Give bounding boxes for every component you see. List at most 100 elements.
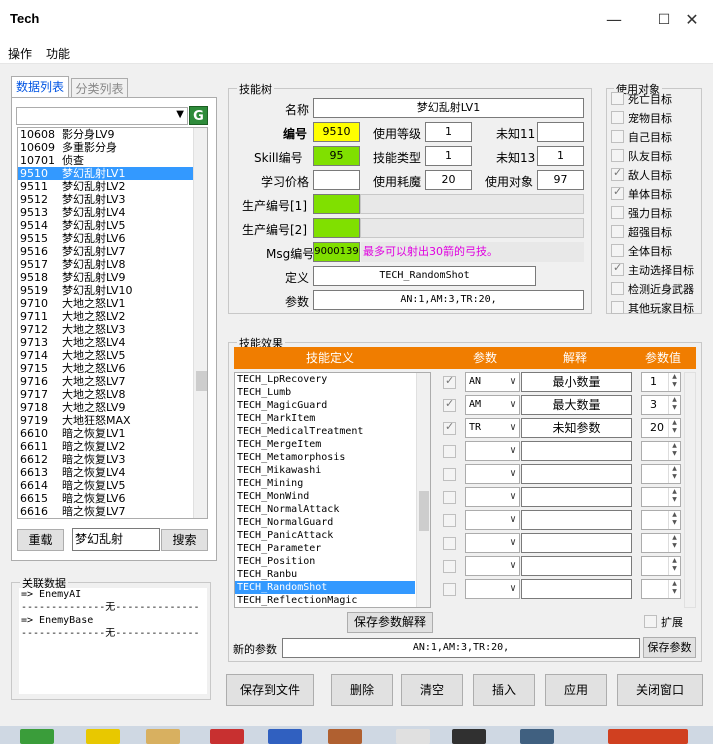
apply-button[interactable]: 应用 [545, 674, 607, 706]
list-item[interactable]: 6610 暗之恢复LV1 [18, 427, 193, 440]
menu-operation[interactable]: 操作 [8, 45, 32, 62]
param-explain-field[interactable] [521, 464, 632, 484]
skill-type-field[interactable]: 1 [425, 146, 472, 166]
spinner-arrows-icon[interactable]: ▲ ▼ [668, 580, 680, 598]
tech-list-item[interactable]: TECH_MonWind [235, 490, 415, 503]
level-field[interactable]: 1 [425, 122, 472, 142]
param-explain-field[interactable] [521, 533, 632, 553]
param-checkbox[interactable] [443, 583, 456, 596]
tech-list-item[interactable]: TECH_LpRecovery [235, 373, 415, 386]
maximize-icon[interactable]: ☐ [652, 8, 676, 32]
delete-button[interactable]: 删除 [331, 674, 393, 706]
param-code-combo[interactable]: TR ∨ [465, 418, 520, 438]
taskbar-terminal-icon[interactable] [452, 729, 486, 744]
insert-button[interactable]: 插入 [473, 674, 535, 706]
definition-field[interactable]: TECH_RandomShot [313, 266, 536, 286]
param-value-spinner[interactable]: ▲ ▼ [641, 510, 681, 530]
param-code-combo[interactable]: ∨ [465, 533, 520, 553]
param-checkbox[interactable] [443, 397, 456, 412]
param-explain-field[interactable] [521, 441, 632, 461]
id-field[interactable]: 9510 [313, 122, 360, 142]
save-explain-button[interactable]: 保存参数解释 [347, 612, 433, 633]
tech-list-item[interactable]: TECH_Mikawashi [235, 464, 415, 477]
param-code-combo[interactable]: ∨ [465, 464, 520, 484]
param-value-spinner[interactable]: ▲ ▼ [641, 441, 681, 461]
list-scrollbar[interactable] [193, 128, 207, 518]
list-item[interactable]: 9717 大地之怒LV8 [18, 388, 193, 401]
list-item[interactable]: 9715 大地之怒LV6 [18, 362, 193, 375]
param-checkbox[interactable] [443, 468, 456, 481]
skill-list[interactable]: 10608 影分身LV9 10609 多重影分身 10701 侦查 9510 梦幻乱射LV1 9… [17, 127, 208, 519]
spinner-arrows-icon[interactable]: ▲ ▼ [668, 557, 680, 575]
list-item[interactable]: 9516 梦幻乱射LV7 [18, 245, 193, 258]
param-value-spinner[interactable]: ▲ ▼ [641, 579, 681, 599]
param-explain-field[interactable] [521, 556, 632, 576]
msg-id-field[interactable]: 9000139 [313, 242, 360, 262]
param-value-spinner[interactable]: ▲ ▼ [641, 487, 681, 507]
param-checkbox[interactable] [443, 420, 456, 435]
list-item[interactable]: 9514 梦幻乱射LV5 [18, 219, 193, 232]
expand-checkbox[interactable] [644, 615, 657, 628]
target-checkbox[interactable] [611, 130, 624, 143]
param-checkbox[interactable] [443, 445, 456, 458]
spinner-arrows-icon[interactable]: ▲ ▼ [668, 488, 680, 506]
filter-combo[interactable]: ▼ [16, 107, 188, 125]
param-value-spinner[interactable]: 20 ▲ ▼ [641, 418, 681, 438]
save-param-button[interactable]: 保存参数 [643, 637, 696, 658]
list-item[interactable]: 9515 梦幻乱射LV6 [18, 232, 193, 245]
tech-list-item[interactable]: TECH_Mining [235, 477, 415, 490]
list-item[interactable]: 6615 暗之恢复LV6 [18, 492, 193, 505]
param-code-combo[interactable]: ∨ [465, 556, 520, 576]
tech-list-item[interactable]: TECH_Metamorphosis [235, 451, 415, 464]
spinner-arrows-icon[interactable]: ▲ ▼ [668, 373, 680, 391]
param-code-combo[interactable]: ∨ [465, 487, 520, 507]
target-checkbox[interactable] [611, 206, 624, 219]
list-item[interactable]: 9711 大地之怒LV2 [18, 310, 193, 323]
list-item[interactable]: 9716 大地之怒LV7 [18, 375, 193, 388]
google-icon[interactable]: G [189, 106, 208, 125]
param-explain-field[interactable] [521, 510, 632, 530]
param-explain-field[interactable]: 未知参数 [521, 418, 632, 438]
spinner-arrows-icon[interactable]: ▲ ▼ [668, 442, 680, 460]
target-checkbox[interactable] [611, 301, 624, 314]
list-item[interactable]: 6612 暗之恢复LV3 [18, 453, 193, 466]
list-item[interactable]: 10609 多重影分身 [18, 141, 193, 154]
param-checkbox[interactable] [443, 560, 456, 573]
param-code-combo[interactable]: AM ∨ [465, 395, 520, 415]
list-item[interactable]: 9519 梦幻乱射LV10 [18, 284, 193, 297]
list-item[interactable]: 10608 影分身LV9 [18, 128, 193, 141]
list-item[interactable]: 9719 大地狂怒MAX [18, 414, 193, 427]
list-item[interactable]: 9713 大地之怒LV4 [18, 336, 193, 349]
list-item[interactable]: 9712 大地之怒LV3 [18, 323, 193, 336]
spinner-arrows-icon[interactable]: ▲ ▼ [668, 465, 680, 483]
tab-category-list[interactable]: 分类列表 [71, 78, 128, 98]
target-checkbox[interactable] [611, 225, 624, 238]
price-field[interactable] [313, 170, 360, 190]
tech-list-item[interactable]: TECH_MergeItem [235, 438, 415, 451]
unknown11-field[interactable] [537, 122, 584, 142]
spinner-arrows-icon[interactable]: ▲ ▼ [668, 396, 680, 414]
taskbar-app-icon[interactable] [328, 729, 362, 744]
list-item[interactable]: 6614 暗之恢复LV5 [18, 479, 193, 492]
list-item[interactable]: 9518 梦幻乱射LV9 [18, 271, 193, 284]
taskbar-app-icon[interactable] [268, 729, 302, 744]
prod1-field[interactable] [313, 194, 360, 214]
param-checkbox[interactable] [443, 374, 456, 389]
target-checkbox[interactable] [611, 282, 624, 295]
tech-list-item[interactable]: TECH_MarkItem [235, 412, 415, 425]
param-explain-field[interactable]: 最大数量 [521, 395, 632, 415]
close-window-button[interactable]: 关闭窗口 [617, 674, 703, 706]
param-checkbox[interactable] [443, 514, 456, 527]
tech-list-item[interactable]: TECH_RandomShot [235, 581, 415, 594]
list-item[interactable]: 9511 梦幻乱射LV2 [18, 180, 193, 193]
reload-button[interactable]: 重载 [17, 529, 64, 551]
spinner-arrows-icon[interactable]: ▲ ▼ [668, 419, 680, 437]
tech-list-item[interactable]: TECH_NormalGuard [235, 516, 415, 529]
tech-list-item[interactable]: TECH_MedicalTreatment [235, 425, 415, 438]
minimize-icon[interactable]: — [602, 8, 626, 32]
save-to-file-button[interactable]: 保存到文件 [226, 674, 314, 706]
list-item[interactable]: 9710 大地之怒LV1 [18, 297, 193, 310]
spinner-arrows-icon[interactable]: ▲ ▼ [668, 511, 680, 529]
taskbar-app-icon[interactable] [210, 729, 244, 744]
tech-list-item[interactable]: TECH_Ranbu [235, 568, 415, 581]
